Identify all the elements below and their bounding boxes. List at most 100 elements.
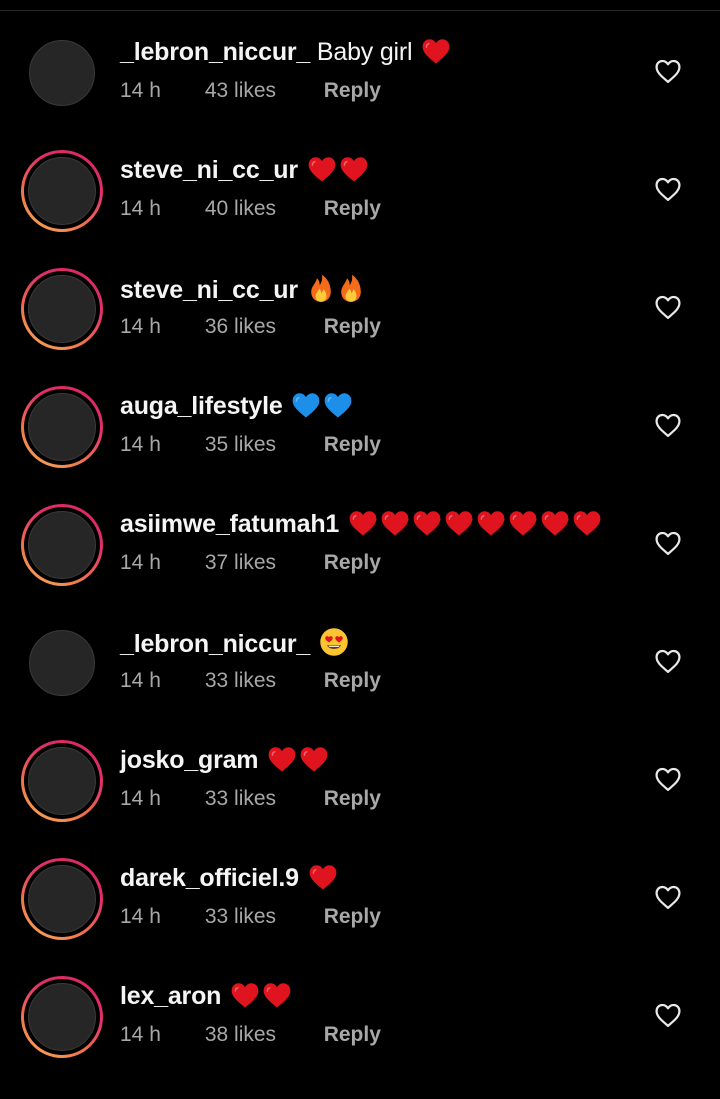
comment-likes[interactable]: 37 likes xyxy=(205,550,318,576)
comment-row: darek_officiel.9 14 h 33 likes Reply xyxy=(0,838,720,956)
comment-row: _lebron_niccur_ Baby girl 14 h 43 likes … xyxy=(0,12,720,130)
comment-emojis xyxy=(305,273,365,304)
reply-button[interactable]: Reply xyxy=(324,904,381,930)
avatar[interactable] xyxy=(21,858,103,940)
reply-button[interactable]: Reply xyxy=(324,550,381,576)
red-heart-icon xyxy=(421,37,451,65)
reply-button[interactable]: Reply xyxy=(324,78,381,104)
reply-button[interactable]: Reply xyxy=(324,314,381,340)
comment-time: 14 h xyxy=(120,551,161,574)
avatar[interactable] xyxy=(21,504,103,586)
comment-emojis xyxy=(228,982,292,1010)
comment-likes[interactable]: 36 likes xyxy=(205,314,318,340)
comment-likes[interactable]: 33 likes xyxy=(205,786,318,812)
heart-outline-icon[interactable] xyxy=(654,58,682,84)
comment-emojis xyxy=(346,510,602,538)
comment-likes[interactable]: 33 likes xyxy=(205,668,318,694)
comment-body: steve_ni_cc_ur xyxy=(120,155,369,185)
comment-meta: 14 h 35 likes Reply xyxy=(120,432,381,458)
comment-body: darek_officiel.9 xyxy=(120,863,338,893)
red-heart-icon xyxy=(540,509,570,537)
comment-emojis xyxy=(289,392,353,420)
comment-emojis xyxy=(317,627,349,658)
comment-username[interactable]: josko_gram xyxy=(120,746,259,774)
avatar[interactable] xyxy=(21,740,103,822)
comment-likes[interactable]: 38 likes xyxy=(205,1022,318,1048)
comment-row: josko_gram 14 h 33 likes Reply xyxy=(0,720,720,838)
avatar[interactable] xyxy=(21,32,103,114)
reply-button[interactable]: Reply xyxy=(324,432,381,458)
comment-meta: 14 h 36 likes Reply xyxy=(120,314,381,340)
comment-username[interactable]: _lebron_niccur_ xyxy=(120,630,310,658)
comment-emojis xyxy=(265,746,329,774)
comment-likes[interactable]: 40 likes xyxy=(205,196,318,222)
comment-emojis xyxy=(305,156,369,184)
comment-meta: 14 h 43 likes Reply xyxy=(120,78,381,104)
red-heart-icon xyxy=(572,509,602,537)
comment-username[interactable]: asiimwe_fatumah1 xyxy=(120,510,339,538)
comment-time: 14 h xyxy=(120,433,161,456)
comment-time: 14 h xyxy=(120,315,161,338)
comment-meta: 14 h 33 likes Reply xyxy=(120,904,381,930)
heart-outline-icon[interactable] xyxy=(654,176,682,202)
comment-row: _lebron_niccur_ 14 h 33 likes Reply xyxy=(0,602,720,720)
red-heart-icon xyxy=(380,509,410,537)
blue-heart-icon xyxy=(323,391,353,419)
comment-time: 14 h xyxy=(120,197,161,220)
comment-list: _lebron_niccur_ Baby girl 14 h 43 likes … xyxy=(0,12,720,1074)
comment-row: steve_ni_cc_ur 14 h 40 likes Reply xyxy=(0,130,720,248)
red-heart-icon xyxy=(412,509,442,537)
heart-outline-icon[interactable] xyxy=(654,412,682,438)
comment-meta: 14 h 33 likes Reply xyxy=(120,668,381,694)
comment-username[interactable]: steve_ni_cc_ur xyxy=(120,276,298,304)
heart-outline-icon[interactable] xyxy=(654,530,682,556)
comment-username[interactable]: darek_officiel.9 xyxy=(120,864,299,892)
comment-body: _lebron_niccur_ Baby girl xyxy=(120,37,451,67)
comment-username[interactable]: _lebron_niccur_ xyxy=(120,38,310,66)
comment-time: 14 h xyxy=(120,787,161,810)
comment-emojis xyxy=(306,864,338,892)
red-heart-icon xyxy=(476,509,506,537)
red-heart-icon xyxy=(339,155,369,183)
heart-outline-icon[interactable] xyxy=(654,884,682,910)
avatar[interactable] xyxy=(21,386,103,468)
red-heart-icon xyxy=(267,745,297,773)
avatar[interactable] xyxy=(21,622,103,704)
reply-button[interactable]: Reply xyxy=(324,1022,381,1048)
heart-outline-icon[interactable] xyxy=(654,294,682,320)
comment-time: 14 h xyxy=(120,669,161,692)
comment-likes[interactable]: 43 likes xyxy=(205,78,318,104)
avatar[interactable] xyxy=(21,268,103,350)
heart-outline-icon[interactable] xyxy=(654,648,682,674)
avatar[interactable] xyxy=(21,150,103,232)
comment-likes[interactable]: 33 likes xyxy=(205,904,318,930)
top-divider xyxy=(0,10,720,11)
comment-body: josko_gram xyxy=(120,745,329,775)
comment-body: lex_aron xyxy=(120,981,292,1011)
reply-button[interactable]: Reply xyxy=(324,196,381,222)
comment-text: Baby girl xyxy=(316,38,413,66)
red-heart-icon xyxy=(307,155,337,183)
comment-body: steve_ni_cc_ur xyxy=(120,273,365,305)
avatar[interactable] xyxy=(21,976,103,1058)
blue-heart-icon xyxy=(291,391,321,419)
comment-row: lex_aron 14 h 38 likes Reply xyxy=(0,956,720,1074)
comment-meta: 14 h 38 likes Reply xyxy=(120,1022,381,1048)
heart-outline-icon[interactable] xyxy=(654,1002,682,1028)
comment-emojis xyxy=(419,38,451,66)
comment-time: 14 h xyxy=(120,1023,161,1046)
comment-body: asiimwe_fatumah1 xyxy=(120,509,602,539)
comment-row: asiimwe_fatumah1 14 h 37 likes Reply xyxy=(0,484,720,602)
comment-username[interactable]: lex_aron xyxy=(120,982,221,1010)
comment-likes[interactable]: 35 likes xyxy=(205,432,318,458)
comment-meta: 14 h 37 likes Reply xyxy=(120,550,381,576)
comment-username[interactable]: auga_lifestyle xyxy=(120,392,283,420)
heart-eyes-face-icon xyxy=(319,627,349,657)
reply-button[interactable]: Reply xyxy=(324,786,381,812)
comment-username[interactable]: steve_ni_cc_ur xyxy=(120,156,298,184)
heart-outline-icon[interactable] xyxy=(654,766,682,792)
comment-meta: 14 h 33 likes Reply xyxy=(120,786,381,812)
reply-button[interactable]: Reply xyxy=(324,668,381,694)
comment-row: steve_ni_cc_ur 14 h 36 likes Reply xyxy=(0,248,720,366)
fire-icon xyxy=(307,273,335,303)
